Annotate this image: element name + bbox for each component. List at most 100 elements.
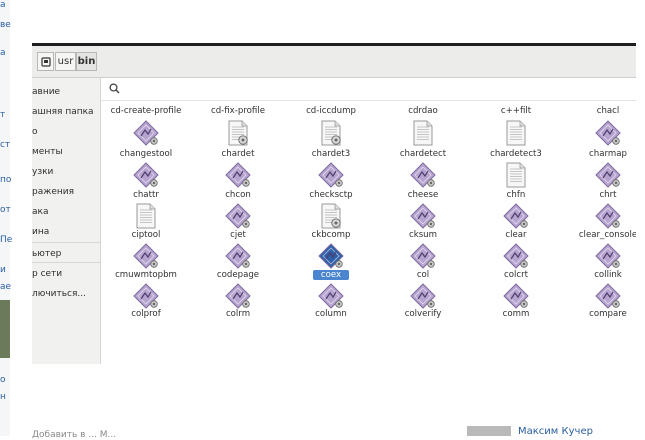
executable-icon: [503, 283, 529, 309]
sidebar-item[interactable]: авние: [32, 87, 60, 97]
executable-icon: [133, 283, 159, 309]
background-image-fragment: [0, 318, 10, 358]
background-fragment: а: [0, 0, 6, 10]
background-fragments: а ве а т ст по от Пе и ае о н: [0, 0, 13, 436]
executable-icon: [225, 243, 251, 269]
file-label: cksum: [409, 230, 437, 240]
file-label: coex: [313, 270, 349, 280]
sidebar-item[interactable]: ака: [32, 207, 48, 217]
path-button-usr[interactable]: usr: [55, 52, 76, 71]
sidebar-item[interactable]: о: [32, 127, 38, 137]
sidebar-item[interactable]: менты: [32, 147, 63, 157]
background-fragment: Пе: [0, 235, 13, 245]
background-fragment: а: [0, 48, 6, 58]
file-label: chardet: [221, 149, 255, 159]
file-label: comm: [502, 309, 530, 319]
bottom-left-text: Добавить в ... М...: [32, 430, 117, 440]
file-label: compare: [589, 309, 627, 319]
file-label: col: [416, 270, 430, 280]
background-fragment: ст: [0, 140, 11, 150]
path-root-button[interactable]: [37, 52, 54, 71]
file-label: charmap: [589, 149, 627, 159]
file-label: ckbcomp: [311, 230, 351, 240]
background-fragment: о: [0, 375, 6, 385]
executable-icon: [225, 283, 251, 309]
sidebar-item[interactable]: узки: [32, 167, 53, 177]
text-file-icon: [506, 120, 526, 146]
file-label: chardetect: [399, 149, 447, 159]
file-label: colverify: [404, 309, 442, 319]
file-label: clear_console: [578, 230, 636, 240]
executable-icon: [410, 283, 436, 309]
file-label[interactable]: cd-create-profile: [101, 106, 191, 116]
sidebar-item[interactable]: ина: [32, 227, 49, 237]
executable-icon: [595, 203, 621, 229]
sidebar-item[interactable]: р сети: [32, 269, 62, 279]
executable-icon: [503, 243, 529, 269]
background-bottom-strip: Добавить в ... М... Максим Кучер: [0, 420, 645, 440]
executable-icon: [133, 243, 159, 269]
file-label[interactable]: c++filt: [471, 106, 561, 116]
user-name-link[interactable]: Максим Кучер: [518, 426, 593, 437]
executable-icon: [595, 120, 621, 146]
executable-icon: [595, 243, 621, 269]
background-fragment: по: [0, 175, 12, 185]
sidebar-item[interactable]: ражения: [32, 187, 74, 197]
script-file-icon: [228, 120, 248, 146]
file-label: chardet3: [311, 149, 351, 159]
search-input[interactable]: [125, 81, 629, 98]
file-label: cmuwmtopbm: [115, 270, 177, 280]
file-label: chrt: [599, 190, 617, 200]
file-label: ciptool: [131, 230, 161, 240]
file-label: clear: [505, 230, 527, 240]
executable-icon: [133, 162, 159, 188]
file-label: chattr: [133, 190, 159, 200]
executable-icon: [410, 243, 436, 269]
file-label[interactable]: cd-fix-profile: [193, 106, 283, 116]
file-label[interactable]: cd-iccdump: [286, 106, 376, 116]
toolbar: usr bin: [32, 46, 636, 78]
executable-icon: [318, 283, 344, 309]
search-icon: [109, 83, 120, 94]
background-fragment: н: [0, 392, 6, 402]
script-file-icon: [321, 120, 341, 146]
file-label[interactable]: chacl: [563, 106, 636, 116]
path-button-bin[interactable]: bin: [76, 52, 97, 71]
executable-icon: [225, 162, 251, 188]
file-label: chcon: [225, 190, 251, 200]
file-label[interactable]: cdrdao: [378, 106, 468, 116]
background-fragment: т: [0, 110, 6, 120]
file-label: codepage: [216, 270, 260, 280]
executable-icon: [225, 203, 251, 229]
file-label: cheese: [407, 190, 439, 200]
sidebar-divider: [32, 242, 100, 243]
executable-icon: [595, 162, 621, 188]
file-label: chfn: [506, 190, 526, 200]
text-file-icon: [136, 203, 156, 229]
sidebar: авние ашняя папка о менты узки ражения ака ина ь…: [32, 78, 101, 364]
file-label: changestool: [119, 149, 173, 159]
sidebar-item[interactable]: ьютер: [32, 249, 61, 259]
executable-icon: [318, 162, 344, 188]
executable-icon: [595, 283, 621, 309]
file-grid: cd-create-profile cd-fix-profile cd-iccdum…: [101, 100, 636, 364]
executable-icon: [410, 162, 436, 188]
sidebar-item[interactable]: ашняя папка: [32, 107, 94, 117]
file-label: collink: [594, 270, 622, 280]
executable-icon: [503, 203, 529, 229]
file-manager-window: usr bin авние ашняя папка о менты узки ражения…: [32, 43, 636, 364]
executable-icon: [410, 203, 436, 229]
file-label: column: [315, 309, 347, 319]
text-file-icon: [506, 162, 526, 188]
executable-icon: [133, 120, 159, 146]
script-file-icon: [321, 203, 341, 229]
sidebar-item[interactable]: лючиться...: [32, 289, 86, 299]
background-fragment: ве: [0, 20, 11, 30]
file-label: chardetect3: [490, 149, 542, 159]
background-fragment: и: [0, 265, 6, 275]
file-label: colrm: [225, 309, 251, 319]
search-bar[interactable]: [101, 78, 636, 101]
file-label: cjet: [230, 230, 246, 240]
file-label: colprof: [131, 309, 161, 319]
background-fragment: от: [0, 205, 11, 215]
